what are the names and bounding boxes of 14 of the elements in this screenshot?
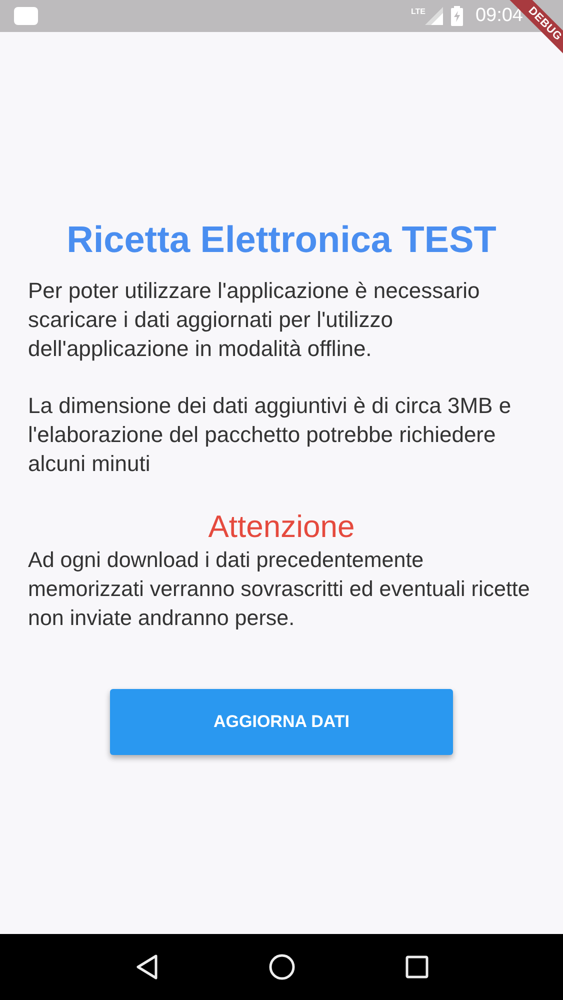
- back-icon[interactable]: [134, 954, 158, 980]
- recents-icon[interactable]: [404, 955, 428, 979]
- app-title: Ricetta Elettronica TEST: [66, 218, 498, 262]
- battery-icon: [451, 6, 464, 26]
- network-label: LTE: [410, 7, 426, 16]
- warning-text: Ad ogni download i dati precedentemente memorizzati verranno sovrascritti ed eventuali ricette non inviate andranno perse.: [28, 547, 531, 632]
- info-paragraph: Per poter utilizzare l'applicazione è necessario scaricare i dati aggiornati per l'utilizzo dell'applicazione in modalità offline.: [28, 277, 481, 363]
- update-data-button[interactable]: AGGIORNA DATI: [110, 689, 453, 755]
- warning-heading: Attenzione: [207, 508, 356, 546]
- info-paragraph: La dimensione dei dati aggiuntivi è di circa 3MB e l'elaborazione del pacchetto potrebbe richiedere alcuni minuti: [28, 392, 512, 478]
- home-icon[interactable]: [268, 953, 296, 981]
- notification-icon: [14, 7, 38, 25]
- signal-icon: [425, 7, 444, 25]
- status-time: 09:04: [475, 5, 523, 27]
